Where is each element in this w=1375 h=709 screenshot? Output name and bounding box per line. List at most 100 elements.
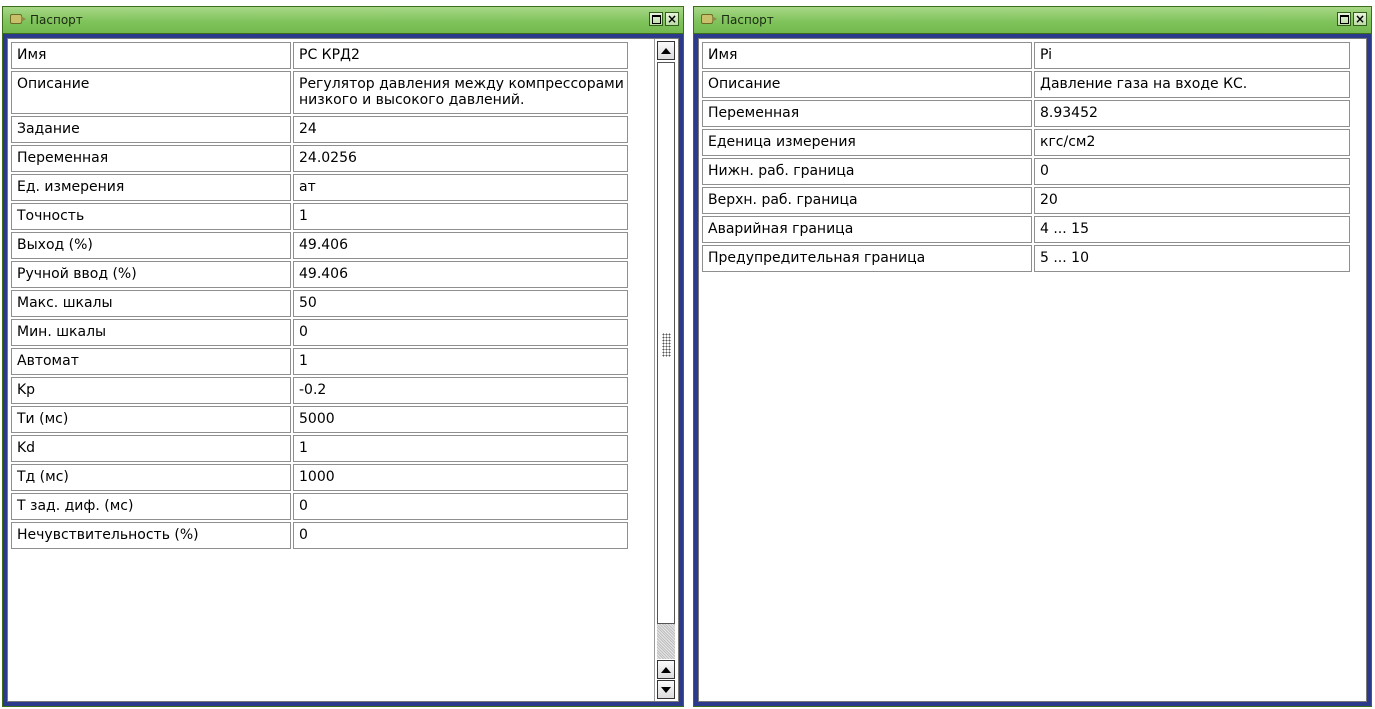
property-name-cell: Автомат [11,348,291,375]
table-row[interactable]: Мин. шкалы 0 [11,319,628,346]
property-value-cell[interactable]: 4 ... 15 [1034,216,1350,243]
property-name-cell: Имя [702,42,1032,69]
property-value-cell[interactable]: 0 [293,319,628,346]
close-button[interactable]: × [665,12,679,26]
property-value-cell[interactable]: -0.2 [293,377,628,404]
properties-table: Имя Pi Описание Давление газа на входе КС. П… [700,40,1352,274]
passport-window-right: Паспорт × Имя Pi Описание Давление газа на … [693,6,1372,707]
properties-table: Имя РС КРД2 Описание Регулятор давления меж… [9,40,630,551]
property-value-cell[interactable]: 0 [1034,158,1350,185]
property-name-cell: Kp [11,377,291,404]
arrow-down-icon [661,686,671,693]
table-row[interactable]: Переменная 8.93452 [702,100,1350,127]
property-value-cell[interactable]: 1 [293,348,628,375]
property-value-cell[interactable]: ат [293,174,628,201]
property-value-cell[interactable]: Давление газа на входе КС. [1034,71,1350,98]
vertical-scrollbar[interactable] [654,39,678,701]
table-row[interactable]: Выход (%) 49.406 [11,232,628,259]
property-name-cell: Нижн. раб. граница [702,158,1032,185]
property-name-cell: Точность [11,203,291,230]
maximize-icon [651,14,661,24]
property-name-cell: Ручной ввод (%) [11,261,291,288]
property-name-cell: Мин. шкалы [11,319,291,346]
property-name-cell: Нечувствительность (%) [11,522,291,549]
window-title: Паспорт [721,13,774,27]
table-row[interactable]: Нечувствительность (%) 0 [11,522,628,549]
maximize-icon [1339,14,1349,24]
window-content: Имя Pi Описание Давление газа на входе КС. П… [698,38,1367,702]
maximize-button[interactable] [649,12,663,26]
property-value-cell[interactable]: 50 [293,290,628,317]
table-row[interactable]: Аварийная граница 4 ... 15 [702,216,1350,243]
table-row[interactable]: Ед. измерения ат [11,174,628,201]
titlebar[interactable]: Паспорт × [3,7,683,34]
property-value-cell[interactable]: Регулятор давления между компрессорами н… [293,71,628,114]
arrow-up-icon [661,666,671,673]
property-value-cell[interactable]: 0 [293,522,628,549]
table-row[interactable]: Переменная 24.0256 [11,145,628,172]
close-button[interactable]: × [1353,12,1367,26]
titlebar[interactable]: Паспорт × [694,7,1371,34]
table-row[interactable]: Тд (мс) 1000 [11,464,628,491]
property-name-cell: Имя [11,42,291,69]
table-row[interactable]: Предупредительная граница 5 ... 10 [702,245,1350,272]
property-name-cell: Верхн. раб. граница [702,187,1032,214]
table-row[interactable]: Ти (мс) 5000 [11,406,628,433]
property-name-cell: Описание [11,71,291,114]
grip-icon [662,333,671,357]
property-value-cell[interactable]: 1000 [293,464,628,491]
table-row[interactable]: Описание Давление газа на входе КС. [702,71,1350,98]
property-value-cell[interactable]: 8.93452 [1034,100,1350,127]
table-row[interactable]: Автомат 1 [11,348,628,375]
property-value-cell[interactable]: 5000 [293,406,628,433]
table-row[interactable]: Точность 1 [11,203,628,230]
scroll-up-button-lower[interactable] [657,660,675,679]
property-value-cell[interactable]: Pi [1034,42,1350,69]
property-name-cell: Описание [702,71,1032,98]
property-value-cell[interactable]: кгс/см2 [1034,129,1350,156]
property-value-cell[interactable]: 20 [1034,187,1350,214]
table-row[interactable]: Имя РС КРД2 [11,42,628,69]
property-value-cell[interactable]: 49.406 [293,232,628,259]
table-row[interactable]: Нижн. раб. граница 0 [702,158,1350,185]
property-name-cell: Т зад. диф. (мс) [11,493,291,520]
table-row[interactable]: Макс. шкалы 50 [11,290,628,317]
table-row[interactable]: Kp -0.2 [11,377,628,404]
table-row[interactable]: Задание 24 [11,116,628,143]
table-row[interactable]: Описание Регулятор давления между компрес… [11,71,628,114]
arrow-up-icon [661,47,671,54]
property-value-cell[interactable]: РС КРД2 [293,42,628,69]
property-value-cell[interactable]: 24.0256 [293,145,628,172]
property-value-cell[interactable]: 49.406 [293,261,628,288]
property-name-cell: Задание [11,116,291,143]
table-row[interactable]: Т зад. диф. (мс) 0 [11,493,628,520]
property-value-cell[interactable]: 1 [293,435,628,462]
table-row[interactable]: Верхн. раб. граница 20 [702,187,1350,214]
table-row[interactable]: Kd 1 [11,435,628,462]
scroll-up-button[interactable] [657,41,675,60]
property-name-cell: Макс. шкалы [11,290,291,317]
scrollbar-thumb[interactable] [657,62,675,624]
property-value-cell[interactable]: 0 [293,493,628,520]
window-content: Имя РС КРД2 Описание Регулятор давления меж… [7,38,679,702]
property-name-cell: Kd [11,435,291,462]
property-value-cell[interactable]: 24 [293,116,628,143]
property-value-cell[interactable]: 5 ... 10 [1034,245,1350,272]
property-name-cell: Переменная [11,145,291,172]
property-value-cell[interactable]: 1 [293,203,628,230]
table-row[interactable]: Еденица измерения кгс/см2 [702,129,1350,156]
scrollbar-track[interactable] [657,624,675,659]
table-row[interactable]: Имя Pi [702,42,1350,69]
property-name-cell: Ти (мс) [11,406,291,433]
maximize-button[interactable] [1337,12,1351,26]
property-name-cell: Предупредительная граница [702,245,1032,272]
property-name-cell: Переменная [702,100,1032,127]
window-title: Паспорт [30,13,83,27]
property-name-cell: Ед. измерения [11,174,291,201]
property-name-cell: Аварийная граница [702,216,1032,243]
property-name-cell: Выход (%) [11,232,291,259]
window-icon [701,14,717,24]
passport-window-left: Паспорт × Имя РС КРД2 Описание Регулятор да… [2,6,684,707]
table-row[interactable]: Ручной ввод (%) 49.406 [11,261,628,288]
scroll-down-button[interactable] [657,680,675,699]
